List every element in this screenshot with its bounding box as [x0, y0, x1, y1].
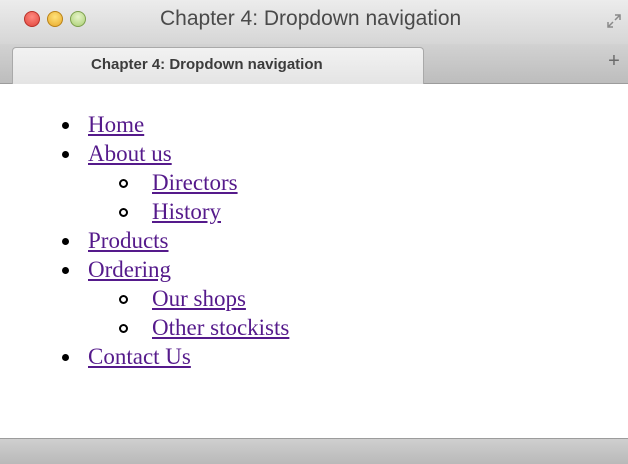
minimize-button[interactable] [47, 11, 63, 27]
link-other-stockists[interactable]: Other stockists [152, 315, 289, 340]
tab-chapter-4[interactable]: Chapter 4: Dropdown navigation [12, 47, 424, 84]
ordering-submenu: Our shops Other stockists [119, 284, 289, 342]
list-item-our-shops: Our shops [119, 284, 289, 313]
link-ordering[interactable]: Ordering [88, 257, 171, 282]
list-item-products: Products [62, 226, 289, 255]
list-item-directors: Directors [119, 168, 289, 197]
list-item-ordering: Ordering Our shops Other stockists [62, 255, 289, 342]
link-directors[interactable]: Directors [152, 170, 238, 195]
bullet-disc-icon [62, 238, 69, 245]
bullet-circle-icon [119, 295, 128, 304]
link-our-shops[interactable]: Our shops [152, 286, 246, 311]
navigation-list: Home About us Directors History Products… [62, 110, 289, 371]
page-content: Home About us Directors History Products… [0, 84, 628, 438]
title-bar[interactable]: Chapter 4: Dropdown navigation [0, 0, 628, 44]
zoom-button[interactable] [70, 11, 86, 27]
list-item-contact-us: Contact Us [62, 342, 289, 371]
link-about-us[interactable]: About us [88, 141, 172, 166]
link-contact-us[interactable]: Contact Us [88, 344, 191, 369]
bullet-disc-icon [62, 354, 69, 361]
link-history[interactable]: History [152, 199, 221, 224]
bullet-disc-icon [62, 122, 69, 129]
tab-label: Chapter 4: Dropdown navigation [91, 56, 323, 73]
bullet-circle-icon [119, 208, 128, 217]
bullet-disc-icon [62, 151, 69, 158]
list-item-about-us: About us Directors History [62, 139, 289, 226]
list-item-other-stockists: Other stockists [119, 313, 289, 342]
bullet-disc-icon [62, 267, 69, 274]
link-products[interactable]: Products [88, 228, 169, 253]
browser-window: Chapter 4: Dropdown navigation Chapter 4… [0, 0, 628, 464]
window-title: Chapter 4: Dropdown navigation [160, 7, 462, 30]
new-tab-button[interactable]: + [604, 50, 624, 72]
close-button[interactable] [24, 11, 40, 27]
bullet-circle-icon [119, 324, 128, 333]
bullet-circle-icon [119, 179, 128, 188]
list-item-history: History [119, 197, 289, 226]
status-bar [0, 438, 628, 464]
list-item-home: Home [62, 110, 289, 139]
link-home[interactable]: Home [88, 112, 144, 137]
fullscreen-icon[interactable] [606, 13, 622, 29]
about-us-submenu: Directors History [119, 168, 289, 226]
tab-strip: Chapter 4: Dropdown navigation + [0, 44, 628, 84]
